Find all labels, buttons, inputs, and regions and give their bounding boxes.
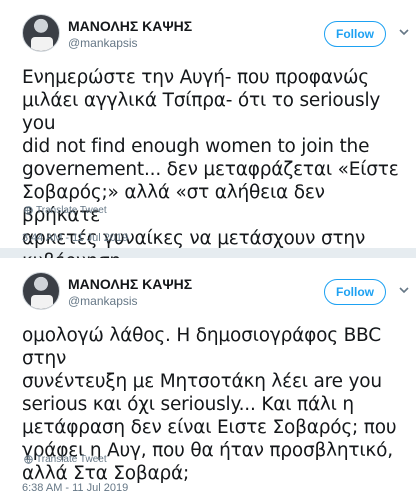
tweet-card-2: ΜΑΝΟΛΗΣ ΚΑΨΗΣ @mankapsis Follow ομολογώ … xyxy=(0,258,416,504)
translate-label[interactable]: Translate Tweet xyxy=(36,454,107,465)
globe-icon xyxy=(24,206,33,215)
translate-tweet-link[interactable]: Translate Tweet xyxy=(24,205,107,216)
author-name[interactable]: ΜΑΝΟΛΗΣ ΚΑΨΗΣ xyxy=(68,18,192,34)
tweet-text-line: ομολογώ λάθος. Η δημοσιογράφος BBC στην xyxy=(22,325,381,369)
author-handle[interactable]: @mankapsis xyxy=(68,36,138,50)
follow-button[interactable]: Follow xyxy=(324,279,386,305)
tweet-text-line: συνέντευξη με Μητσοτάκη λέει are you xyxy=(22,371,382,392)
author-handle[interactable]: @mankapsis xyxy=(68,294,138,308)
chevron-down-icon[interactable] xyxy=(396,282,412,298)
tweet-text-line: μετάφραση δεν είναι Ειστε Σοβαρός; που xyxy=(22,417,397,438)
avatar[interactable] xyxy=(22,272,60,310)
tweet-text-line: did not find enough women to join the xyxy=(22,136,370,157)
tweet-text-line: Σοβαρός;» αλλά «στ αλήθεια δεν βρήκατε xyxy=(22,182,325,226)
tweet-card-1: ΜΑΝΟΛΗΣ ΚΑΨΗΣ @mankapsis Follow Ενημερώσ… xyxy=(0,0,416,272)
tweet-text-line: μιλάει αγγλικά Τσίπρα- ότι το seriously … xyxy=(22,90,381,134)
tweet-timestamp[interactable]: 3:44 AM - 11 Jul 2019 xyxy=(22,232,128,244)
tweet-text-line: governement... δεν μεταφράζεται «Είστε xyxy=(22,159,399,180)
tweet-timestamp[interactable]: 6:38 AM - 11 Jul 2019 xyxy=(22,482,128,494)
chevron-down-icon[interactable] xyxy=(396,24,412,40)
translate-tweet-link[interactable]: Translate Tweet xyxy=(24,454,107,465)
translate-label[interactable]: Translate Tweet xyxy=(36,205,107,216)
avatar[interactable] xyxy=(22,14,60,52)
follow-button[interactable]: Follow xyxy=(324,21,386,47)
globe-icon xyxy=(24,455,33,464)
tweet-header: ΜΑΝΟΛΗΣ ΚΑΨΗΣ @mankapsis Follow xyxy=(22,14,409,58)
tweet-text-line: Ενημερώστε την Αυγή- που προφανώς xyxy=(22,67,369,88)
tweet-header: ΜΑΝΟΛΗΣ ΚΑΨΗΣ @mankapsis Follow xyxy=(22,272,409,316)
tweet-text-line: serious και όχι seriously... Και πάλι η xyxy=(22,394,354,415)
author-name[interactable]: ΜΑΝΟΛΗΣ ΚΑΨΗΣ xyxy=(68,276,192,292)
